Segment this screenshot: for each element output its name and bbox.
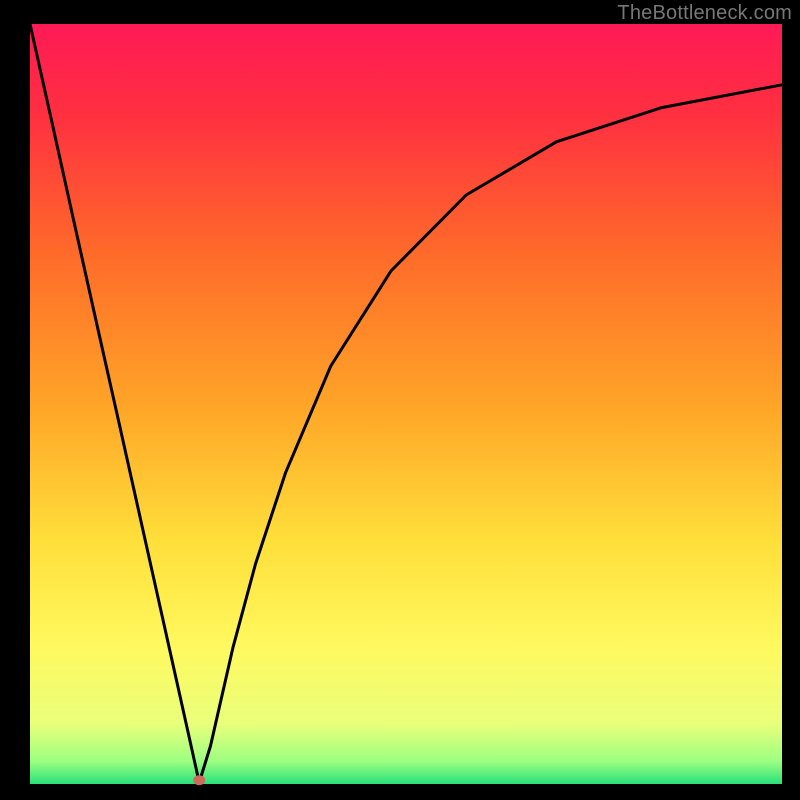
watermark-text: TheBottleneck.com [617,2,792,25]
plot-background [30,24,782,784]
bottleneck-chart [0,0,800,800]
optimal-point-marker [193,775,205,785]
chart-frame: TheBottleneck.com [0,0,800,800]
